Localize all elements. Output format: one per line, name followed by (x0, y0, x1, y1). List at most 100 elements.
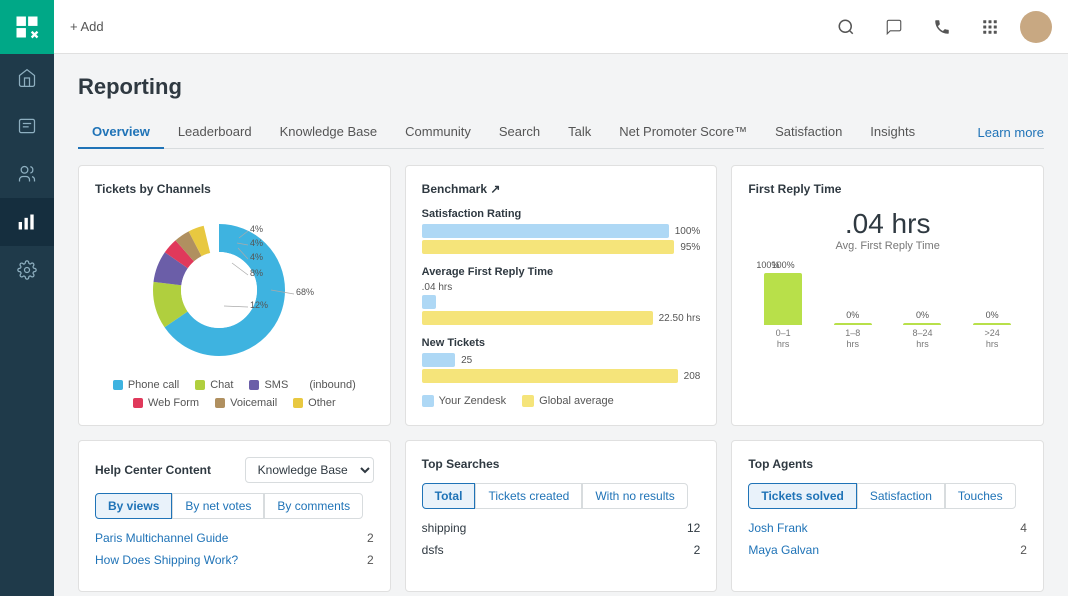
frt-bar-2 (903, 323, 941, 325)
hc-link-0[interactable]: Paris Multichannel Guide (95, 531, 228, 545)
ts-tab-total[interactable]: Total (422, 483, 476, 509)
benchmark-title: Benchmark ↗ (422, 182, 701, 196)
ta-agent-link-1[interactable]: Maya Galvan (748, 543, 819, 557)
new-tickets-section: New Tickets 25 208 (422, 337, 701, 383)
ts-item-1: dsfs 2 (422, 543, 701, 557)
page-content: Reporting Overview Leaderboard Knowledge… (54, 54, 1068, 596)
tab-overview[interactable]: Overview (78, 116, 164, 149)
frt-bar-pct-3: 0% (986, 310, 999, 320)
ta-agent-link-0[interactable]: Josh Frank (748, 521, 807, 535)
ta-tab-satisfaction[interactable]: Satisfaction (857, 483, 945, 509)
frt-bar-pct-1: 0% (846, 310, 859, 320)
afrt-your-bar (422, 295, 436, 309)
legend-dot-sms (249, 380, 259, 390)
search-button[interactable] (828, 9, 864, 45)
frt-value-section: .04 hrs Avg. First Reply Time (748, 208, 1027, 252)
ta-tab-solved[interactable]: Tickets solved (748, 483, 857, 509)
sidebar (0, 0, 54, 596)
satisfaction-your-bar (422, 224, 669, 238)
ta-count-1: 2 (1020, 543, 1027, 557)
user-avatar[interactable] (1020, 11, 1052, 43)
afrt-your-label: .04 hrs (422, 282, 701, 293)
tab-search[interactable]: Search (485, 116, 554, 149)
frt-title: First Reply Time (748, 182, 1027, 196)
frt-bar-group-1: 0% 1–8hrs (834, 260, 872, 350)
ts-item-0: shipping 12 (422, 521, 701, 535)
new-tickets-global-val: 208 (684, 371, 701, 382)
hc-item-0: Paris Multichannel Guide 2 (95, 531, 374, 545)
legend-other: Other (293, 397, 336, 409)
learn-more-link[interactable]: Learn more (978, 117, 1044, 148)
new-tickets-your-val: 25 (461, 355, 472, 366)
frt-bar-label-1: 1–8hrs (845, 328, 860, 350)
legend-label-sms: SMS (264, 379, 288, 391)
pct-label-4b: 4% (250, 238, 263, 248)
afrt-label: Average First Reply Time (422, 266, 701, 278)
tab-community[interactable]: Community (391, 116, 485, 149)
tab-nps[interactable]: Net Promoter Score™ (605, 116, 761, 149)
grid-button[interactable] (972, 9, 1008, 45)
hc-link-1[interactable]: How Does Shipping Work? (95, 553, 238, 567)
frt-bar-label-0: 0–1hrs (776, 328, 791, 350)
sidebar-item-home[interactable] (0, 54, 54, 102)
logo-icon (13, 13, 41, 41)
ta-item-0: Josh Frank 4 (748, 521, 1027, 535)
frt-bar-3 (973, 323, 1011, 325)
add-button[interactable]: + Add (70, 19, 104, 34)
legend-dot-voicemail (215, 398, 225, 408)
legend-label-voicemail: Voicemail (230, 397, 277, 409)
legend-voicemail: Voicemail (215, 397, 277, 409)
hc-tab-comments[interactable]: By comments (264, 493, 363, 519)
benchmark-card: Benchmark ↗ Satisfaction Rating 100% 95% (405, 165, 718, 426)
chat-button[interactable] (876, 9, 912, 45)
satisfaction-your-val: 100% (675, 226, 701, 237)
legend-label-your: Your Zendesk (439, 395, 506, 407)
ta-tab-touches[interactable]: Touches (945, 483, 1016, 509)
legend-dot-webform (133, 398, 143, 408)
pct-label-4c: 4% (250, 252, 263, 262)
legend-sms: SMS (249, 379, 288, 391)
legend-chat: Chat (195, 379, 233, 391)
afrt-section: Average First Reply Time .04 hrs 22.50 h… (422, 266, 701, 325)
legend-global-avg: Global average (522, 395, 614, 407)
hc-count-0: 2 (367, 531, 374, 545)
ts-term-0: shipping (422, 521, 467, 535)
phone-button[interactable] (924, 9, 960, 45)
benchmark-legend: Your Zendesk Global average (422, 395, 701, 407)
frt-bar-group-0: 100% 0–1hrs (764, 260, 802, 350)
afrt-global-val: 22.50 hrs (659, 313, 701, 324)
satisfaction-label: Satisfaction Rating (422, 208, 701, 220)
frt-bar-chart: 100% 100% 0–1hrs 0% 1–8hrs 0% (748, 260, 1027, 370)
sidebar-logo[interactable] (0, 0, 54, 54)
sidebar-item-settings[interactable] (0, 246, 54, 294)
tab-knowledge-base[interactable]: Knowledge Base (266, 116, 392, 149)
hc-tab-views[interactable]: By views (95, 493, 172, 519)
sidebar-item-reports[interactable] (0, 198, 54, 246)
satisfaction-global-val: 95% (680, 242, 700, 253)
legend-dot-other (293, 398, 303, 408)
sidebar-item-tickets[interactable] (0, 102, 54, 150)
tickets-by-channels-card: Tickets by Channels (78, 165, 391, 426)
hc-item-1: How Does Shipping Work? 2 (95, 553, 374, 567)
cards-row-2: Help Center Content Knowledge Base By vi… (78, 440, 1044, 592)
legend-dot-chat (195, 380, 205, 390)
help-center-select[interactable]: Knowledge Base (245, 457, 374, 483)
frt-bar-1 (834, 323, 872, 325)
legend-label-inbound: (inbound) (309, 379, 355, 391)
top-searches-card: Top Searches Total Tickets created With … (405, 440, 718, 592)
legend-phone: Phone call (113, 379, 179, 391)
legend-phone-inbound: (inbound) (304, 379, 355, 391)
ts-tab-noresults[interactable]: With no results (582, 483, 687, 509)
hc-tab-votes[interactable]: By net votes (172, 493, 264, 519)
sidebar-item-users[interactable] (0, 150, 54, 198)
tab-talk[interactable]: Talk (554, 116, 605, 149)
help-center-card: Help Center Content Knowledge Base By vi… (78, 440, 391, 592)
tab-satisfaction[interactable]: Satisfaction (761, 116, 856, 149)
pct-label-4a: 4% (250, 224, 263, 234)
ta-count-0: 4 (1020, 521, 1027, 535)
ts-tab-tickets[interactable]: Tickets created (475, 483, 582, 509)
legend-sq-global (522, 395, 534, 407)
topbar: + Add (54, 0, 1068, 54)
tab-insights[interactable]: Insights (856, 116, 929, 149)
tab-leaderboard[interactable]: Leaderboard (164, 116, 266, 149)
